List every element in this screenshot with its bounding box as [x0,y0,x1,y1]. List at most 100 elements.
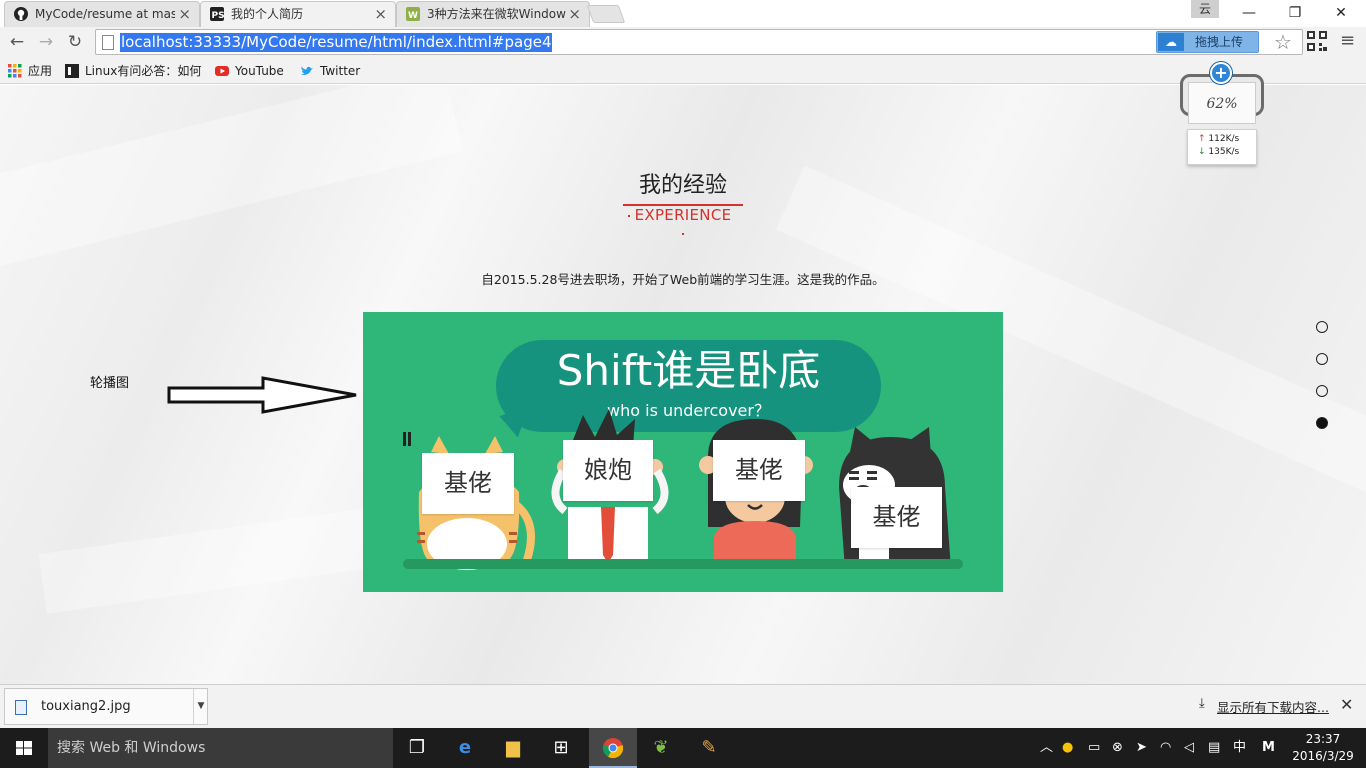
tray-app-icon[interactable]: ● [1062,728,1073,768]
bookmark-label: Twitter [320,64,361,78]
background-facet [0,85,464,277]
svg-text:PS: PS [212,11,225,21]
chrome-logo [602,738,624,759]
carousel-slide[interactable]: Shift谁是卧底 who is undercover？ 基佬 娘炮 基佬 基佬 [363,312,1003,592]
download-item[interactable]: touxiang2.jpg ▼ [4,688,208,725]
download-file-name: touxiang2.jpg [41,699,131,714]
tray-antivirus-icon[interactable]: ⊗ [1112,728,1123,768]
file-explorer-icon[interactable]: ▆ [489,728,537,768]
cloud-icon: ☁ [1158,33,1184,51]
download-speed: 135K/s [1208,147,1240,157]
taskbar-search-box[interactable]: 搜索 Web 和 Windows [48,728,393,768]
minimize-icon[interactable]: — [1226,0,1272,26]
bookmark-doc-icon [65,64,79,78]
task-view-icon[interactable]: ❐ [393,728,441,768]
bookmark-label: Linux有问必答：如何 [85,64,202,78]
twitter-icon [301,66,313,75]
bookmark-label: YouTube [235,64,284,78]
decorative-dot [682,233,684,235]
menu-icon[interactable]: ≡ [1340,30,1355,52]
bookmark-apps[interactable]: 应用 [8,62,52,80]
tab-title: MyCode/resume at mas [35,7,175,21]
word-card: 娘炮 [563,440,653,501]
apps-grid-icon [8,64,22,78]
down-arrow-icon: ↓ [1198,147,1206,157]
new-tab-button[interactable] [586,5,626,23]
user-profile-badge[interactable]: 云 [1191,0,1219,18]
clock-date: 2016/3/29 [1292,749,1354,763]
address-bar[interactable]: localhost:33333/MyCode/resume/html/index… [95,29,1303,55]
windows-start-icon[interactable] [0,728,48,768]
ps-icon: PS [210,7,224,21]
download-bar: touxiang2.jpg ▼ ⤓ 显示所有下载内容... ✕ [0,684,1366,728]
download-icon: ⤓ [1199,696,1205,711]
carousel-annotation-label: 轮播图 [90,376,130,391]
bookmark-twitter[interactable]: Twitter [300,62,360,80]
bookmark-star-icon[interactable]: ☆ [1274,30,1292,54]
chrome-icon[interactable] [589,728,637,768]
store-icon[interactable]: ⊞ [537,728,585,768]
network-speed-widget[interactable]: 62% ↑ 112K/s ↓ 135K/s + [1180,62,1264,174]
show-hidden-icons[interactable]: ︿ [1040,728,1053,768]
close-icon[interactable]: ✕ [1318,0,1364,26]
tab-close-icon[interactable]: × [568,2,581,26]
url-text[interactable]: localhost:33333/MyCode/resume/html/index… [120,33,553,52]
wikihow-icon: W [406,7,420,21]
tab-github[interactable]: MyCode/resume at mas × [4,1,200,27]
page-dot-1[interactable] [1316,321,1328,333]
github-icon [14,7,28,21]
tab-wikihow[interactable]: W 3种方法来在微软Window × [396,1,590,27]
tab-close-icon[interactable]: × [374,2,387,26]
page-dot-3[interactable] [1316,385,1328,397]
memory-percent: 62% [1206,96,1238,112]
bookmark-linux[interactable]: Linux有问必答：如何 [65,62,201,80]
add-icon[interactable]: + [1210,62,1232,84]
page-icon [102,35,114,50]
upload-label: 拖拽上传 [1195,35,1244,49]
slide-title: Shift谁是卧底 [556,346,821,395]
qr-code-icon[interactable] [1307,31,1327,51]
section-title: 我的经验 [638,173,727,198]
speed-readout: ↑ 112K/s ↓ 135K/s [1187,129,1257,165]
maximize-icon[interactable]: ❐ [1272,0,1318,26]
bookmarks-bar: 应用 Linux有问必答：如何 YouTube Twitter [0,58,1366,84]
intro-text: 自2015.5.28号进去职场，开始了Web前端的学习生涯。这是我的作品。 [481,272,885,287]
app-leaf-icon[interactable]: ❦ [637,728,685,768]
battery-icon[interactable]: ▭ [1088,728,1100,768]
ime-mode[interactable]: M [1262,728,1275,768]
edge-icon[interactable]: e [441,728,489,768]
chevron-down-icon[interactable]: ▼ [193,689,208,724]
tray-send-icon[interactable]: ➤ [1136,728,1147,768]
image-file-icon [15,700,27,715]
page-content: 我的经验 EXPERIENCE 自2015.5.28号进去职场，开始了Web前端… [0,85,1366,684]
upload-speed-row: ↑ 112K/s [1198,134,1239,144]
notifications-icon[interactable]: ▤ [1208,728,1220,768]
drag-upload-button[interactable]: ☁ 拖拽上传 [1156,31,1259,53]
page-dot-4-active[interactable] [1316,417,1328,429]
tab-strip: MyCode/resume at mas × PS 我的个人简历 × W 3种方… [0,0,1366,27]
forward-arrow-icon[interactable]: → [34,30,58,54]
tab-close-icon[interactable]: × [178,2,191,26]
wifi-icon[interactable]: ◠ [1160,728,1171,768]
back-arrow-icon[interactable]: ← [5,30,29,54]
taskbar-clock[interactable]: 23:37 2016/3/29 [1290,731,1356,765]
browser-toolbar: ← → ↻ localhost:33333/MyCode/resume/html… [0,27,1366,58]
word-card: 基佬 [713,440,805,501]
show-all-downloads-link[interactable]: ⤓ 显示所有下载内容... [1197,696,1329,716]
paint-icon[interactable]: ✎ [685,728,733,768]
page-dot-2[interactable] [1316,353,1328,365]
ime-language[interactable]: 中 [1233,728,1246,768]
reload-icon[interactable]: ↻ [63,30,87,54]
up-arrow-icon: ↑ [1198,134,1206,144]
slide-ground [403,559,963,569]
tab-title: 3种方法来在微软Window [427,7,566,21]
volume-icon[interactable]: ◁ [1184,728,1194,768]
right-arrow-icon [167,376,357,414]
close-download-bar-icon[interactable]: ✕ [1340,695,1353,714]
bookmark-youtube[interactable]: YouTube [215,62,284,80]
bookmark-label: 应用 [28,64,53,78]
tab-resume[interactable]: PS 我的个人简历 × [200,1,396,27]
tab-title: 我的个人简历 [231,7,304,21]
upload-speed: 112K/s [1208,134,1240,144]
word-card: 基佬 [851,487,942,548]
